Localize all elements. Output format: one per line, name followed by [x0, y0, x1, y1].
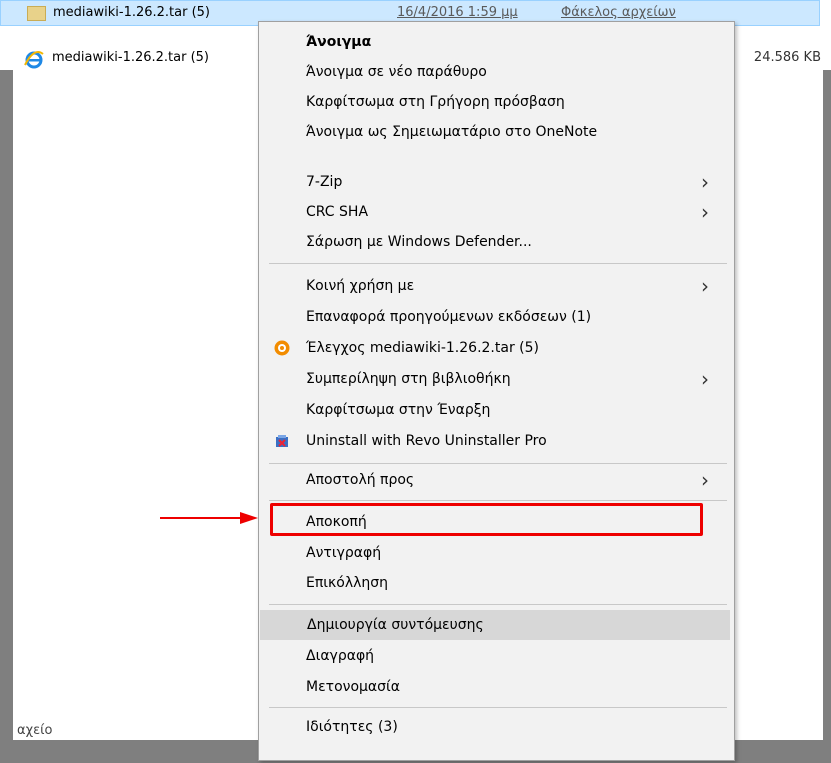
menu-item-send-to[interactable]: Αποστολή προς › — [259, 465, 734, 495]
screenshot-frame-right — [823, 70, 831, 740]
avast-icon — [274, 340, 290, 356]
chevron-right-icon: › — [701, 367, 709, 391]
menu-item-create-shortcut[interactable]: Δημιουργία συντόμευσης — [260, 610, 730, 640]
menu-item-paste[interactable]: Επικόλληση — [259, 568, 734, 598]
menu-separator — [269, 463, 727, 464]
menu-separator — [269, 500, 727, 501]
file-name: mediawiki-1.26.2.tar (5) — [53, 5, 211, 20]
revo-uninstaller-icon — [276, 435, 288, 447]
chevron-right-icon: › — [701, 200, 709, 224]
menu-item-restore-versions[interactable]: Επαναφορά προηγούμενων εκδόσεων (1) — [259, 302, 734, 332]
menu-item-open-new-window[interactable]: Άνοιγμα σε νέο παράθυρο — [259, 57, 734, 87]
menu-item-pin-start[interactable]: Καρφίτσωμα στην Έναρξη — [259, 395, 734, 425]
status-text-fragment: αχείο — [17, 723, 53, 738]
context-menu: Άνοιγμα Άνοιγμα σε νέο παράθυρο Καρφίτσω… — [258, 21, 735, 761]
menu-item-share-with[interactable]: Κοινή χρήση με › — [259, 271, 734, 301]
menu-item-properties[interactable]: Ιδιότητες (3) — [259, 712, 734, 742]
menu-item-delete[interactable]: Διαγραφή — [259, 641, 734, 671]
annotation-highlight-box — [270, 503, 703, 536]
menu-item-open[interactable]: Άνοιγμα — [259, 27, 734, 57]
file-name: mediawiki-1.26.2.tar (5) — [52, 50, 210, 65]
chevron-right-icon: › — [701, 274, 709, 298]
menu-item-pin-quick-access[interactable]: Καρφίτσωμα στη Γρήγορη πρόσβαση — [259, 87, 734, 117]
annotation-arrow-line — [160, 517, 242, 519]
menu-item-7zip[interactable]: 7-Zip › — [259, 167, 734, 197]
annotation-arrow-head — [240, 512, 258, 524]
folder-icon — [27, 6, 46, 21]
screenshot-frame-left — [0, 70, 13, 763]
menu-item-include-library[interactable]: Συμπερίληψη στη βιβλιοθήκη › — [259, 364, 734, 394]
menu-item-revo-uninstall[interactable]: Uninstall with Revo Uninstaller Pro — [259, 426, 734, 456]
menu-item-crc-sha[interactable]: CRC SHA › — [259, 197, 734, 227]
menu-item-rename[interactable]: Μετονομασία — [259, 672, 734, 702]
chevron-right-icon: › — [701, 170, 709, 194]
menu-separator — [269, 263, 727, 264]
chevron-right-icon: › — [701, 468, 709, 492]
menu-separator — [269, 604, 727, 605]
file-size: 24.586 KB — [753, 50, 821, 65]
menu-item-defender-scan[interactable]: Σάρωση με Windows Defender... — [259, 227, 734, 257]
menu-item-copy[interactable]: Αντιγραφή — [259, 538, 734, 568]
menu-separator — [269, 707, 727, 708]
menu-item-open-onenote[interactable]: Άνοιγμα ως Σημειωματάριο στο OneNote — [259, 117, 734, 147]
internet-explorer-icon — [24, 51, 44, 69]
menu-item-avast-scan[interactable]: Έλεγχος mediawiki-1.26.2.tar (5) — [259, 333, 734, 363]
